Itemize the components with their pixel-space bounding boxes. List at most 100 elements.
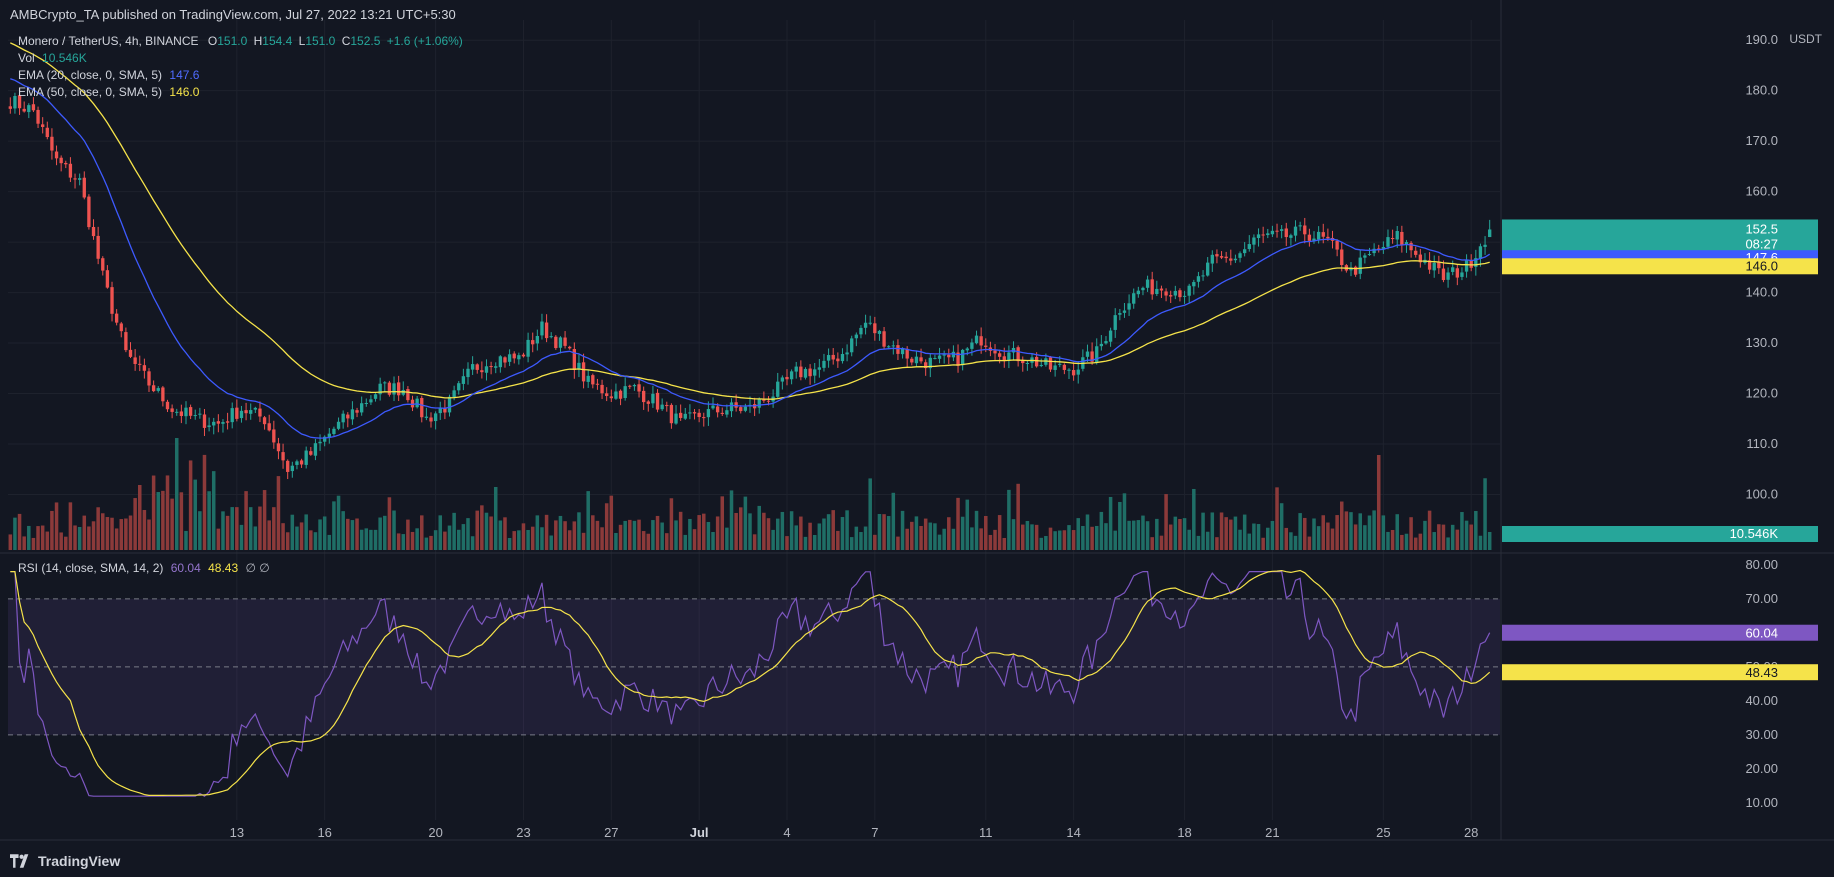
volume-bar bbox=[475, 510, 479, 550]
volume-bar bbox=[1164, 494, 1168, 550]
candle-body bbox=[179, 411, 184, 417]
volume-bar bbox=[225, 515, 230, 550]
volume-bar bbox=[364, 528, 369, 550]
volume-bar bbox=[947, 517, 951, 550]
volume-bar bbox=[1196, 535, 1201, 550]
candle-body bbox=[438, 408, 442, 414]
candle-body bbox=[433, 413, 438, 422]
volume-bar bbox=[410, 531, 415, 550]
volume-bar bbox=[96, 507, 100, 550]
candle-body bbox=[346, 414, 350, 419]
volume-bar bbox=[433, 530, 438, 550]
volume-bar bbox=[1021, 524, 1025, 550]
volume-bar bbox=[318, 519, 322, 550]
volume-bar bbox=[396, 533, 401, 550]
volume-bar bbox=[161, 490, 165, 550]
volume-bar bbox=[1376, 455, 1381, 550]
volume-bar bbox=[577, 512, 581, 550]
chart-canvas[interactable]: 100.0110.0120.0130.0140.0150.0160.0170.0… bbox=[0, 0, 1834, 877]
candle-body bbox=[225, 421, 230, 423]
volume-bar bbox=[512, 531, 516, 550]
candle-body bbox=[665, 405, 669, 407]
candle-body bbox=[739, 407, 743, 412]
volume-bar bbox=[1316, 526, 1321, 550]
volume-bar bbox=[221, 511, 225, 550]
candle-body bbox=[45, 127, 49, 138]
candle-body bbox=[1187, 285, 1191, 296]
volume-bar bbox=[327, 534, 332, 550]
candle-body bbox=[766, 400, 771, 402]
x-tick-label: 20 bbox=[428, 825, 442, 840]
volume-bar bbox=[1178, 519, 1182, 550]
candle-body bbox=[586, 375, 590, 382]
volume-bar bbox=[174, 438, 179, 550]
candle-body bbox=[1178, 290, 1182, 298]
candle-body bbox=[845, 352, 849, 355]
volume-bar bbox=[623, 520, 627, 550]
candle-body bbox=[184, 407, 188, 417]
volume-bar bbox=[655, 515, 660, 550]
candle-body bbox=[498, 356, 503, 368]
volume-bar bbox=[706, 521, 711, 550]
candle-body bbox=[605, 393, 609, 396]
volume-bar bbox=[674, 520, 678, 550]
volume-bar bbox=[567, 530, 572, 550]
candle-body bbox=[114, 313, 119, 323]
candle-body bbox=[531, 340, 535, 345]
volume-bar bbox=[1427, 510, 1432, 550]
volume-bar bbox=[1423, 520, 1427, 550]
candle-body bbox=[1039, 364, 1043, 366]
volume-bar bbox=[1113, 530, 1117, 550]
candle-body bbox=[249, 410, 253, 414]
candle-body bbox=[1067, 369, 1071, 371]
candle-body bbox=[299, 460, 304, 465]
candle-body bbox=[683, 413, 687, 419]
candle-body bbox=[1238, 253, 1242, 258]
ema20-line bbox=[10, 78, 1491, 439]
volume-bar bbox=[683, 534, 688, 550]
candle-body bbox=[1284, 228, 1288, 238]
volume-bar bbox=[836, 530, 840, 550]
volume-bar bbox=[1418, 533, 1423, 550]
x-tick-label: 11 bbox=[979, 825, 993, 840]
volume-bar bbox=[609, 495, 614, 550]
volume-bar bbox=[651, 520, 655, 550]
rsi-tick-label: 30.00 bbox=[1745, 727, 1778, 742]
candle-body bbox=[91, 226, 96, 237]
candle-body bbox=[1275, 230, 1279, 232]
candle-body bbox=[974, 335, 979, 344]
volume-bar bbox=[262, 490, 267, 550]
volume-bar bbox=[1067, 525, 1071, 550]
candle-body bbox=[637, 384, 641, 392]
volume-bar bbox=[1450, 524, 1455, 550]
last-price-badge-value: 152.5 bbox=[1745, 221, 1778, 236]
candle-body bbox=[64, 162, 68, 165]
volume-bar bbox=[420, 515, 424, 550]
change-value: +1.6 (+1.06%) bbox=[386, 34, 463, 48]
candle-body bbox=[554, 336, 558, 349]
volume-bar bbox=[230, 507, 234, 550]
volume-bar bbox=[822, 518, 826, 550]
candle-body bbox=[212, 421, 216, 426]
volume-bar bbox=[267, 520, 271, 550]
candle-body bbox=[822, 360, 826, 368]
price-tick-label: 170.0 bbox=[1745, 133, 1778, 148]
candle-body bbox=[1307, 234, 1312, 241]
candle-body bbox=[119, 323, 123, 332]
candle-body bbox=[221, 422, 225, 424]
candle-body bbox=[170, 408, 174, 412]
volume-bar bbox=[507, 537, 512, 550]
volume-bar bbox=[346, 518, 350, 550]
volume-bar bbox=[817, 523, 822, 550]
rsi-tick-label: 40.00 bbox=[1745, 693, 1778, 708]
volume-bar bbox=[766, 518, 771, 550]
volume-bar bbox=[933, 523, 937, 550]
volume-bar bbox=[1076, 518, 1080, 550]
volume-bar bbox=[1205, 531, 1210, 550]
volume-bar bbox=[563, 521, 567, 550]
volume-bar bbox=[632, 520, 637, 550]
candle-body bbox=[253, 407, 257, 410]
volume-bar bbox=[1363, 525, 1367, 550]
volume-bar bbox=[942, 528, 946, 550]
volume-bar bbox=[114, 528, 119, 550]
